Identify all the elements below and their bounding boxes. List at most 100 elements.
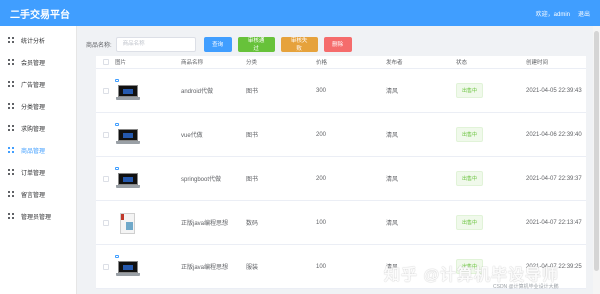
reject-button[interactable]: 审核失败 <box>280 36 318 52</box>
cell-created: 2021-04-07 22:39:37 <box>526 175 582 182</box>
table-row[interactable]: android代做 图书 300 清风 出售中 2021-04-05 22:39:43 <box>96 69 586 113</box>
sidebar-item[interactable]: 留言管理 <box>0 183 76 205</box>
row-checkbox[interactable] <box>102 175 109 182</box>
grid-icon <box>8 191 14 197</box>
sidebar-item-label: 广告管理 <box>21 82 46 89</box>
cell-category: 数码 <box>246 221 259 227</box>
cell-publisher: 清风 <box>386 221 399 227</box>
cell-name: android代做 <box>181 89 214 95</box>
sidebar-item[interactable]: 求购管理 <box>0 117 76 139</box>
table-row[interactable]: 正版java编程思想 数码 100 清风 出售中 2021-04-07 22:13:47 <box>96 201 586 245</box>
sidebar-item[interactable]: 管理员管理 <box>0 205 76 227</box>
cell-name: springboot代做 <box>181 177 222 183</box>
app-title: 二手交易平台 <box>10 9 70 21</box>
header-created: 创建时间 <box>526 60 549 66</box>
header-publisher: 发布者 <box>386 60 403 66</box>
sidebar-item-label: 订单管理 <box>21 170 46 177</box>
product-image <box>115 122 141 147</box>
sidebar-item-label: 商品管理 <box>21 148 46 155</box>
search-bar: 商品名称: 查询 审核通过 审核失败 删除 <box>85 31 592 57</box>
sidebar-item-label: 管理员管理 <box>21 214 52 221</box>
cell-price: 100 <box>316 219 327 226</box>
delete-button[interactable]: 删除 <box>323 36 352 52</box>
scrollbar-thumb[interactable] <box>594 31 599 271</box>
select-all-checkbox[interactable] <box>102 59 109 65</box>
laptop-screen-glow <box>123 88 133 94</box>
scrollbar[interactable] <box>593 26 600 294</box>
logout-link[interactable]: 退出 <box>578 9 590 18</box>
user-area: 欢迎，admin 退出 <box>536 9 590 18</box>
header-status: 状态 <box>456 60 468 66</box>
cell-name: vue代做 <box>181 133 203 139</box>
sidebar-item-label: 统计分析 <box>21 38 46 45</box>
cell-publisher: 清风 <box>386 89 399 95</box>
watermark-text: 知乎 @计算机毕设导师 <box>384 267 560 284</box>
status-badge: 出售中 <box>456 83 484 98</box>
cell-created: 2021-04-07 22:13:47 <box>526 219 582 226</box>
row-checkbox[interactable] <box>102 87 109 94</box>
image-badge <box>115 254 119 258</box>
sidebar-item[interactable]: 分类管理 <box>0 95 76 117</box>
top-header: 二手交易平台 欢迎，admin 退出 <box>0 0 600 26</box>
book-image <box>120 212 135 234</box>
cell-publisher: 清风 <box>386 177 399 183</box>
sidebar-item-label: 会员管理 <box>21 60 46 67</box>
status-badge: 出售中 <box>456 127 484 142</box>
sidebar-item-label: 留言管理 <box>21 192 46 199</box>
cell-category: 图书 <box>246 89 259 95</box>
grid-icon <box>8 37 14 43</box>
table-row[interactable]: springboot代做 图书 200 清风 出售中 2021-04-07 22:39:3… <box>96 157 586 201</box>
sidebar-item[interactable]: 订单管理 <box>0 161 76 183</box>
laptop-base <box>116 96 140 100</box>
laptop-screen-glow <box>123 264 133 270</box>
row-checkbox[interactable] <box>102 263 109 270</box>
grid-icon <box>8 169 14 175</box>
laptop-base <box>116 184 140 188</box>
table-row[interactable]: vue代做 图书 200 清风 出售中 2021-04-06 22:39:40 <box>96 113 586 157</box>
row-checkbox[interactable] <box>102 131 109 138</box>
status-badge: 出售中 <box>456 171 484 186</box>
laptop-screen <box>118 84 138 97</box>
sidebar: 统计分析会员管理广告管理分类管理求购管理商品管理订单管理留言管理管理员管理 <box>0 26 77 294</box>
laptop-screen-glow <box>123 132 133 138</box>
header-price: 价格 <box>316 60 328 66</box>
image-badge <box>115 122 119 126</box>
cell-category: 图书 <box>246 133 259 139</box>
cell-category: 服装 <box>246 265 259 271</box>
cell-publisher: 清风 <box>386 133 399 139</box>
cell-created: 2021-04-06 22:39:40 <box>526 131 582 138</box>
sidebar-item[interactable]: 会员管理 <box>0 51 76 73</box>
welcome-text: 欢迎，admin <box>535 11 570 18</box>
cell-price: 300 <box>316 87 327 94</box>
grid-icon <box>8 81 14 87</box>
laptop-screen <box>118 260 138 273</box>
header-name: 商品名称 <box>181 60 204 66</box>
search-input[interactable] <box>115 36 196 52</box>
status-badge: 出售中 <box>456 215 484 230</box>
laptop-screen <box>118 172 138 185</box>
sidebar-item[interactable]: 统计分析 <box>0 29 76 51</box>
product-image <box>115 78 141 103</box>
product-image <box>115 211 141 235</box>
approve-button[interactable]: 审核通过 <box>237 36 275 52</box>
row-checkbox[interactable] <box>102 219 109 226</box>
sidebar-item-label: 分类管理 <box>21 104 46 111</box>
cell-name: 正版java编程思想 <box>181 265 229 271</box>
sidebar-item[interactable]: 商品管理 <box>0 139 76 161</box>
cell-price: 100 <box>316 263 327 270</box>
product-image <box>115 254 141 279</box>
search-label: 商品名称: <box>86 42 112 49</box>
book-art <box>126 221 133 230</box>
grid-icon <box>8 147 14 153</box>
grid-icon <box>8 59 14 65</box>
image-badge <box>115 166 119 170</box>
book-strip <box>121 213 124 220</box>
cell-price: 200 <box>316 175 327 182</box>
image-badge <box>115 78 119 82</box>
sidebar-item[interactable]: 广告管理 <box>0 73 76 95</box>
product-image <box>115 166 141 191</box>
header-category: 分类 <box>246 60 258 66</box>
search-button[interactable]: 查询 <box>203 36 232 52</box>
grid-icon <box>8 125 14 131</box>
cell-category: 图书 <box>246 177 259 183</box>
